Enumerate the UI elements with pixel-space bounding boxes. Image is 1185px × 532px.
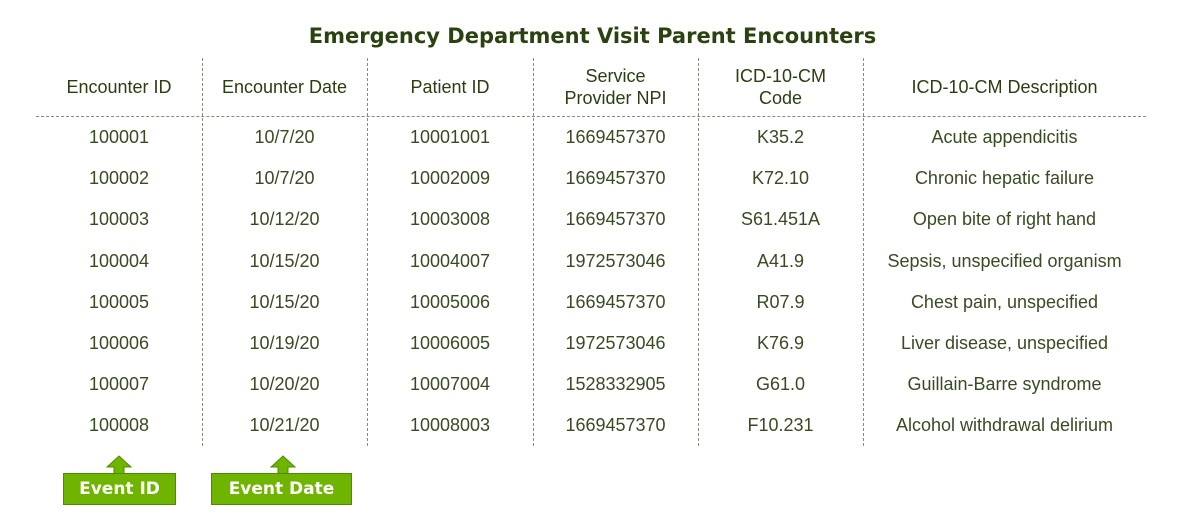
table-cell: 1972573046 (565, 250, 666, 271)
column-header: ICD-10-CM Code (698, 60, 863, 114)
table-cell: R07.9 (756, 291, 805, 312)
table-cell: A41.9 (756, 250, 805, 271)
table-cell: 100005 (88, 291, 150, 312)
table-cell: 1669457370 (565, 127, 666, 147)
table-cell: 100007 (88, 374, 150, 395)
table-cell: 1669457370 (565, 209, 666, 230)
table-cell: 10001001 (409, 127, 491, 147)
column-header-label: Patient ID (410, 76, 489, 98)
table-cell: 10/7/20 (254, 127, 315, 147)
column-header-line: Encounter ID (66, 77, 172, 97)
table-cell: 10/20/20 (249, 374, 320, 395)
table-cell: 10003008 (409, 209, 491, 230)
column-header-line: ICD-10-CM Description (911, 77, 1098, 97)
column-header: Encounter ID (36, 60, 202, 114)
table-cell: 10/15/20 (249, 291, 320, 312)
table-cell: Open bite of right hand (912, 209, 1097, 230)
table-cell: K35.2 (756, 127, 805, 147)
table-cell: 100001 (88, 127, 150, 147)
column-header-label: Service Provider NPI (564, 65, 666, 109)
table-cell: 1528332905 (565, 374, 666, 395)
table-cell: 10006005 (409, 333, 491, 353)
up-arrow-icon (106, 455, 132, 475)
table-cell: S61.451A (740, 209, 821, 230)
table-cell: 10/15/20 (249, 250, 320, 271)
table-cell: Acute appendicitis (931, 127, 1078, 147)
event-id-tag: Event ID (63, 473, 176, 505)
column-header-line: Encounter Date (221, 77, 348, 97)
column-header: Encounter Date (202, 60, 367, 114)
column-header-line: Patient ID (410, 77, 490, 97)
table-cell: 100002 (88, 168, 150, 189)
column-header: ICD-10-CM Description (863, 60, 1146, 114)
table-cell: 100003 (88, 209, 150, 230)
column-header: Service Provider NPI (533, 60, 698, 114)
column-header-line: Provider NPI (564, 88, 667, 108)
table-cell: 10005006 (409, 291, 491, 312)
column-header-line: Service (585, 66, 646, 86)
column-header-line: Code (758, 88, 802, 108)
table-cell: 1669457370 (565, 291, 666, 312)
table-cell: 100006 (88, 333, 150, 353)
table-cell: Chronic hepatic failure (914, 168, 1095, 189)
column-header-label: ICD-10-CM Code (735, 65, 826, 109)
table-cell: K76.9 (756, 333, 805, 353)
column-header: Patient ID (367, 60, 533, 114)
table-cell: 10004007 (409, 250, 491, 271)
column-header-label: ICD-10-CM Description (911, 76, 1097, 98)
table-cell: 1669457370 (565, 415, 666, 436)
table-cell: K72.10 (751, 168, 810, 189)
table-cell: Guillain-Barre syndrome (907, 374, 1102, 395)
page-title: Emergency Department Visit Parent Encoun… (308, 24, 877, 48)
table-cell: 10/19/20 (249, 333, 320, 353)
table-cell: F10.231 (747, 415, 814, 436)
table-cell: 1972573046 (565, 333, 666, 353)
column-header-label: Encounter Date (222, 76, 347, 98)
table-cell: Liver disease, unspecified (900, 333, 1109, 353)
table-cell: 1669457370 (565, 168, 666, 189)
table-cell: Sepsis, unspecified organism (887, 250, 1122, 271)
table-cell: 100004 (88, 250, 150, 271)
table-cell: 10/21/20 (249, 415, 320, 436)
column-header-line: ICD-10-CM (734, 66, 826, 86)
up-arrow-icon (270, 455, 296, 475)
table-cell: Alcohol withdrawal delirium (895, 415, 1114, 436)
table-cell: 10/7/20 (254, 168, 315, 189)
column-header-label: Encounter ID (66, 76, 171, 98)
table-cell: 100008 (88, 415, 150, 436)
event-date-tag: Event Date (211, 473, 352, 505)
table-cell: 10007004 (409, 374, 491, 395)
table-cell: Chest pain, unspecified (910, 291, 1099, 312)
table-cell: 10002009 (409, 168, 491, 189)
table-cell: G61.0 (755, 374, 806, 395)
table-cell: 10008003 (409, 415, 491, 436)
table-cell: 10/12/20 (249, 209, 320, 230)
